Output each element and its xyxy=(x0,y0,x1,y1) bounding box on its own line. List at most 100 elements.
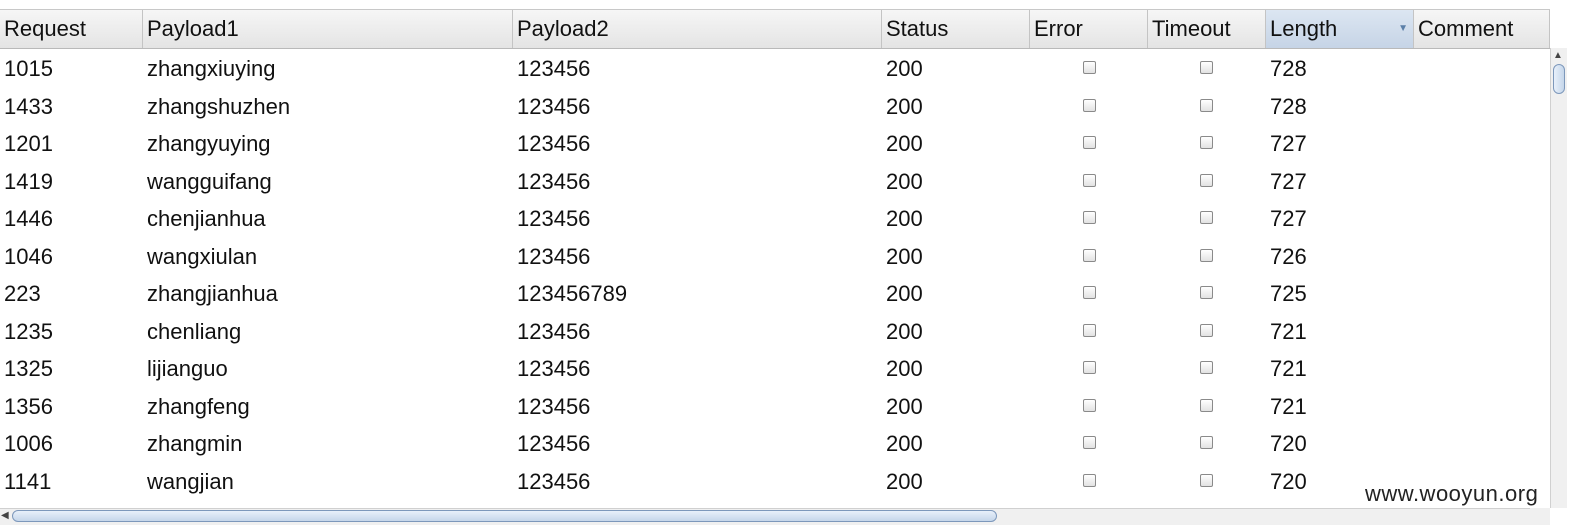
cell-status: 200 xyxy=(886,356,923,381)
cell-payload1: wangguifang xyxy=(147,168,272,194)
horizontal-scroll-thumb[interactable] xyxy=(12,510,997,522)
error-checkbox[interactable] xyxy=(1083,323,1096,337)
cell-length: 721 xyxy=(1270,393,1307,419)
column-header-comment[interactable]: Comment xyxy=(1414,10,1550,48)
column-header-status[interactable]: Status xyxy=(882,10,1030,48)
table-row[interactable]: 1046 wangxiulan 123456 200 726 xyxy=(0,238,1550,276)
cell-status: 200 xyxy=(886,318,923,344)
cell-length: 727 xyxy=(1270,206,1307,231)
cell-comment xyxy=(1414,388,1550,426)
table-row[interactable]: 1201 zhangyuying 123456 200 727 xyxy=(0,125,1550,163)
cell-request: 1446 xyxy=(4,206,53,231)
table-row[interactable]: 223 zhangjianhua 123456789 200 725 xyxy=(0,275,1550,313)
cell-payload2: 123456 xyxy=(517,356,591,381)
timeout-checkbox[interactable] xyxy=(1200,211,1213,224)
column-header-label: Payload1 xyxy=(147,16,239,41)
cell-length: 727 xyxy=(1270,168,1307,194)
error-checkbox[interactable] xyxy=(1083,173,1096,187)
cell-request: 1201 xyxy=(4,131,53,156)
timeout-checkbox[interactable] xyxy=(1200,323,1213,337)
cell-payload1: wangxiulan xyxy=(147,243,258,269)
timeout-checkbox[interactable] xyxy=(1200,361,1213,374)
timeout-checkbox[interactable] xyxy=(1200,61,1213,74)
cell-length: 728 xyxy=(1270,93,1307,119)
table-row[interactable]: 1356 zhangfeng 123456 200 721 xyxy=(0,388,1550,426)
cell-status: 200 xyxy=(886,431,923,456)
error-checkbox[interactable] xyxy=(1083,436,1096,449)
cell-status: 200 xyxy=(886,393,923,419)
sort-descending-icon: ▼ xyxy=(1398,23,1408,34)
cell-status: 200 xyxy=(886,468,923,494)
timeout-checkbox[interactable] xyxy=(1200,286,1213,299)
cell-payload1: zhangmin xyxy=(147,431,243,456)
column-header-label: Comment xyxy=(1418,16,1514,41)
cell-length: 728 xyxy=(1270,56,1307,81)
cell-status: 200 xyxy=(886,206,923,231)
error-checkbox[interactable] xyxy=(1083,61,1096,74)
cell-payload1: zhangshuzhen xyxy=(147,93,291,119)
table-row[interactable]: 1141 wangjian 123456 200 720 xyxy=(0,463,1550,501)
cell-comment xyxy=(1414,425,1550,463)
timeout-checkbox[interactable] xyxy=(1200,436,1213,449)
vertical-scrollbar[interactable]: ▲ xyxy=(1550,48,1567,508)
cell-length: 721 xyxy=(1270,318,1307,344)
results-table: Request Payload1 Payload2 Status Error Timeou… xyxy=(0,9,1550,508)
cell-comment xyxy=(1414,350,1550,388)
cell-payload2: 123456 xyxy=(517,168,591,194)
error-checkbox[interactable] xyxy=(1083,361,1096,374)
cell-request: 1006 xyxy=(4,431,53,456)
cell-payload1: zhangxiuying xyxy=(147,56,276,81)
table-row[interactable]: 1006 zhangmin 123456 200 720 xyxy=(0,425,1550,463)
error-checkbox[interactable] xyxy=(1083,211,1096,224)
cell-payload2: 123456 xyxy=(517,131,591,156)
cell-payload1: wangjian xyxy=(147,468,234,494)
error-checkbox[interactable] xyxy=(1083,248,1096,262)
column-header-payload2[interactable]: Payload2 xyxy=(513,10,882,48)
cell-status: 200 xyxy=(886,56,923,81)
table-row[interactable]: 1235 chenliang 123456 200 721 xyxy=(0,313,1550,351)
cell-payload2: 123456 xyxy=(517,468,591,494)
table-header: Request Payload1 Payload2 Status Error Timeou… xyxy=(0,10,1550,49)
timeout-checkbox[interactable] xyxy=(1200,98,1213,112)
table-row[interactable]: 1446 chenjianhua 123456 200 727 xyxy=(0,200,1550,238)
cell-status: 200 xyxy=(886,93,923,119)
cell-request: 1141 xyxy=(4,468,52,494)
cell-payload1: zhangyuying xyxy=(147,131,271,156)
error-checkbox[interactable] xyxy=(1083,398,1096,412)
error-checkbox[interactable] xyxy=(1083,98,1096,112)
cell-comment xyxy=(1414,125,1550,163)
cell-comment xyxy=(1414,200,1550,238)
column-header-length[interactable]: Length ▼ xyxy=(1266,10,1414,48)
cell-payload2: 123456789 xyxy=(517,281,628,306)
column-header-request[interactable]: Request xyxy=(0,10,143,48)
column-header-label: Error xyxy=(1034,16,1083,41)
table-row[interactable]: 1325 lijianguo 123456 200 721 xyxy=(0,350,1550,388)
timeout-checkbox[interactable] xyxy=(1200,136,1213,149)
timeout-checkbox[interactable] xyxy=(1200,248,1213,262)
column-header-error[interactable]: Error xyxy=(1030,10,1148,48)
timeout-checkbox[interactable] xyxy=(1200,473,1213,487)
error-checkbox[interactable] xyxy=(1083,473,1096,487)
cell-length: 721 xyxy=(1270,356,1307,381)
column-header-payload1[interactable]: Payload1 xyxy=(143,10,513,48)
timeout-checkbox[interactable] xyxy=(1200,398,1213,412)
cell-request: 1356 xyxy=(4,393,53,419)
cell-payload1: chenjianhua xyxy=(147,206,266,231)
cell-payload2: 123456 xyxy=(517,431,591,456)
horizontal-scrollbar[interactable]: ◀ xyxy=(0,508,1550,525)
column-header-timeout[interactable]: Timeout xyxy=(1148,10,1266,48)
table-row[interactable]: 1433 zhangshuzhen 123456 200 728 xyxy=(0,88,1550,126)
cell-length: 720 xyxy=(1270,431,1307,456)
cell-comment xyxy=(1414,238,1550,276)
vertical-scroll-thumb[interactable] xyxy=(1553,64,1565,94)
cell-status: 200 xyxy=(886,281,923,306)
table-row[interactable]: 1419 wangguifang 123456 200 727 xyxy=(0,163,1550,201)
table-row[interactable]: 1015 zhangxiuying 123456 200 728 xyxy=(0,50,1550,88)
error-checkbox[interactable] xyxy=(1083,136,1096,149)
cell-status: 200 xyxy=(886,168,923,194)
arrow-left-icon[interactable]: ◀ xyxy=(1,510,9,521)
timeout-checkbox[interactable] xyxy=(1200,173,1213,187)
arrow-up-icon[interactable]: ▲ xyxy=(1553,50,1563,61)
error-checkbox[interactable] xyxy=(1083,286,1096,299)
cell-status: 200 xyxy=(886,131,923,156)
